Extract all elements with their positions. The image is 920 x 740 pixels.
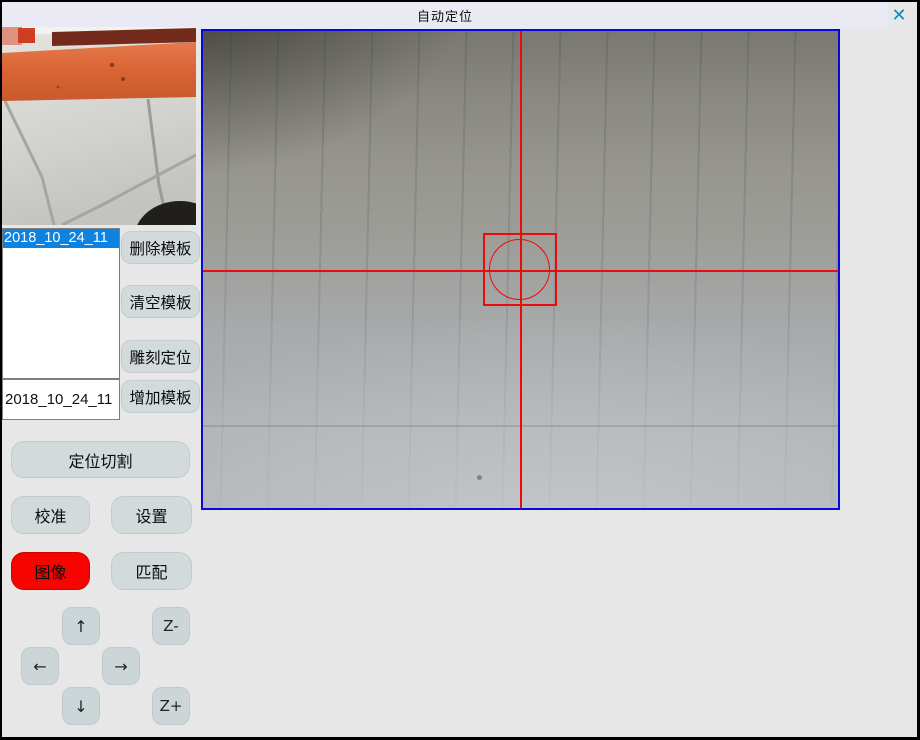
template-name-input[interactable] (2, 379, 120, 420)
calibrate-button[interactable]: 校准 (11, 496, 90, 534)
delete-template-button[interactable]: 删除模板 (121, 231, 200, 264)
image-button[interactable]: 图像 (11, 552, 90, 590)
position-cut-button[interactable]: 定位切割 (11, 441, 190, 478)
template-list-item[interactable]: 2018_10_24_11 (3, 229, 119, 248)
jog-left-button[interactable]: ← (21, 647, 59, 685)
dialog-title: 自动定位 (417, 6, 473, 25)
settings-button[interactable]: 设置 (111, 496, 192, 534)
jog-up-button[interactable]: ↑ (62, 607, 100, 645)
jog-down-button[interactable]: ↓ (62, 687, 100, 725)
close-button[interactable]: ✕ (887, 4, 911, 28)
template-list[interactable]: 2018_10_24_11 (2, 228, 120, 379)
titlebar: 自动定位 (2, 2, 888, 29)
engrave-position-button[interactable]: 雕刻定位 (121, 340, 200, 373)
clear-templates-button[interactable]: 清空模板 (121, 285, 200, 318)
jog-right-button[interactable]: → (102, 647, 140, 685)
camera-view (201, 29, 840, 510)
template-thumbnail-image (2, 27, 196, 225)
camera-speck (477, 475, 482, 480)
add-template-button[interactable]: 增加模板 (121, 380, 200, 413)
jog-z-minus-button[interactable]: Z- (152, 607, 190, 645)
template-match-circle (489, 239, 550, 300)
match-button[interactable]: 匹配 (111, 552, 192, 590)
jog-z-plus-button[interactable]: Z+ (152, 687, 190, 725)
auto-position-dialog: 自动定位 ✕ 2018_10_24 (2, 2, 917, 737)
